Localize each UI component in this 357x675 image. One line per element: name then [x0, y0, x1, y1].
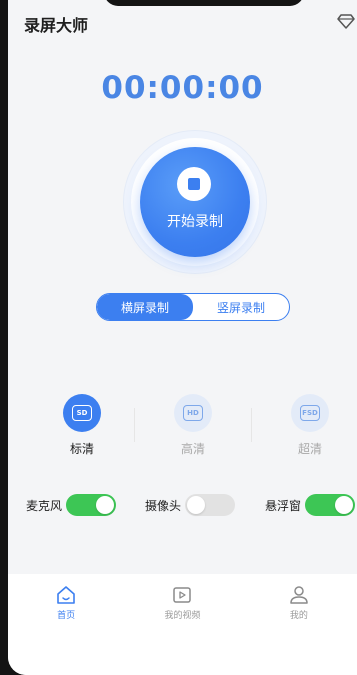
quality-option-sd[interactable]: SD 标清 — [52, 394, 112, 457]
phone-notch — [104, 0, 304, 6]
microphone-label: 麦克风 — [26, 498, 63, 513]
switch-knob — [335, 496, 354, 514]
record-stop-icon — [177, 167, 211, 201]
quality-option-fsd[interactable]: FSD 超清 — [280, 394, 340, 457]
fsd-quality-icon: FSD — [291, 394, 329, 432]
record-button-ring: 开始录制 — [131, 138, 259, 266]
nav-item-profile[interactable]: 我的 — [241, 574, 357, 634]
start-record-label: 开始录制 — [167, 214, 223, 230]
nav-item-home[interactable]: 首页 — [8, 574, 124, 634]
camera-switch[interactable] — [185, 494, 236, 516]
app-title: 录屏大师 — [24, 16, 89, 35]
home-icon — [57, 586, 75, 604]
microphone-switch[interactable] — [66, 494, 117, 516]
floating-window-setting: 悬浮窗 — [265, 494, 356, 516]
floating-window-label: 悬浮窗 — [265, 498, 302, 513]
orientation-toggle: 横屏录制 竖屏录制 — [96, 293, 290, 321]
floating-window-switch[interactable] — [305, 494, 356, 516]
nav-label-profile: 我的 — [289, 611, 308, 621]
portrait-record-tab[interactable]: 竖屏录制 — [193, 294, 289, 320]
nav-label-my-videos: 我的视频 — [164, 611, 201, 621]
app-screen: 录屏大师 00:00:00 开始录制 横屏录制 竖屏录制 SD 标清 HD 高清… — [8, 0, 357, 675]
recording-timer: 00:00:00 — [101, 70, 264, 106]
quality-label-sd: 标清 — [69, 442, 94, 456]
nav-item-my-videos[interactable]: 我的视频 — [124, 574, 240, 634]
quality-divider — [251, 408, 252, 442]
sd-quality-icon: SD — [63, 394, 101, 432]
switch-knob — [187, 496, 206, 514]
nav-label-home: 首页 — [57, 611, 76, 621]
bottom-safe-area — [8, 634, 357, 675]
video-icon — [173, 587, 192, 603]
microphone-setting: 麦克风 — [26, 494, 117, 516]
camera-label: 摄像头 — [145, 498, 182, 513]
record-button-halo: 开始录制 — [124, 131, 266, 273]
quality-divider — [134, 408, 135, 442]
user-icon — [290, 586, 308, 604]
fsd-badge: FSD — [300, 405, 320, 421]
camera-setting: 摄像头 — [145, 494, 236, 516]
quality-option-hd[interactable]: HD 高清 — [163, 394, 223, 457]
start-record-button[interactable]: 开始录制 — [140, 147, 250, 257]
landscape-record-tab[interactable]: 横屏录制 — [97, 294, 193, 320]
quality-label-fsd: 超清 — [297, 442, 322, 456]
hd-badge: HD — [183, 405, 203, 421]
sd-badge: SD — [72, 405, 92, 421]
diamond-vip-icon[interactable] — [337, 12, 355, 30]
hd-quality-icon: HD — [174, 394, 212, 432]
bottom-navigation: 首页 我的视频 我的 — [8, 574, 357, 634]
quality-label-hd: 高清 — [180, 442, 205, 456]
switch-knob — [96, 496, 115, 514]
